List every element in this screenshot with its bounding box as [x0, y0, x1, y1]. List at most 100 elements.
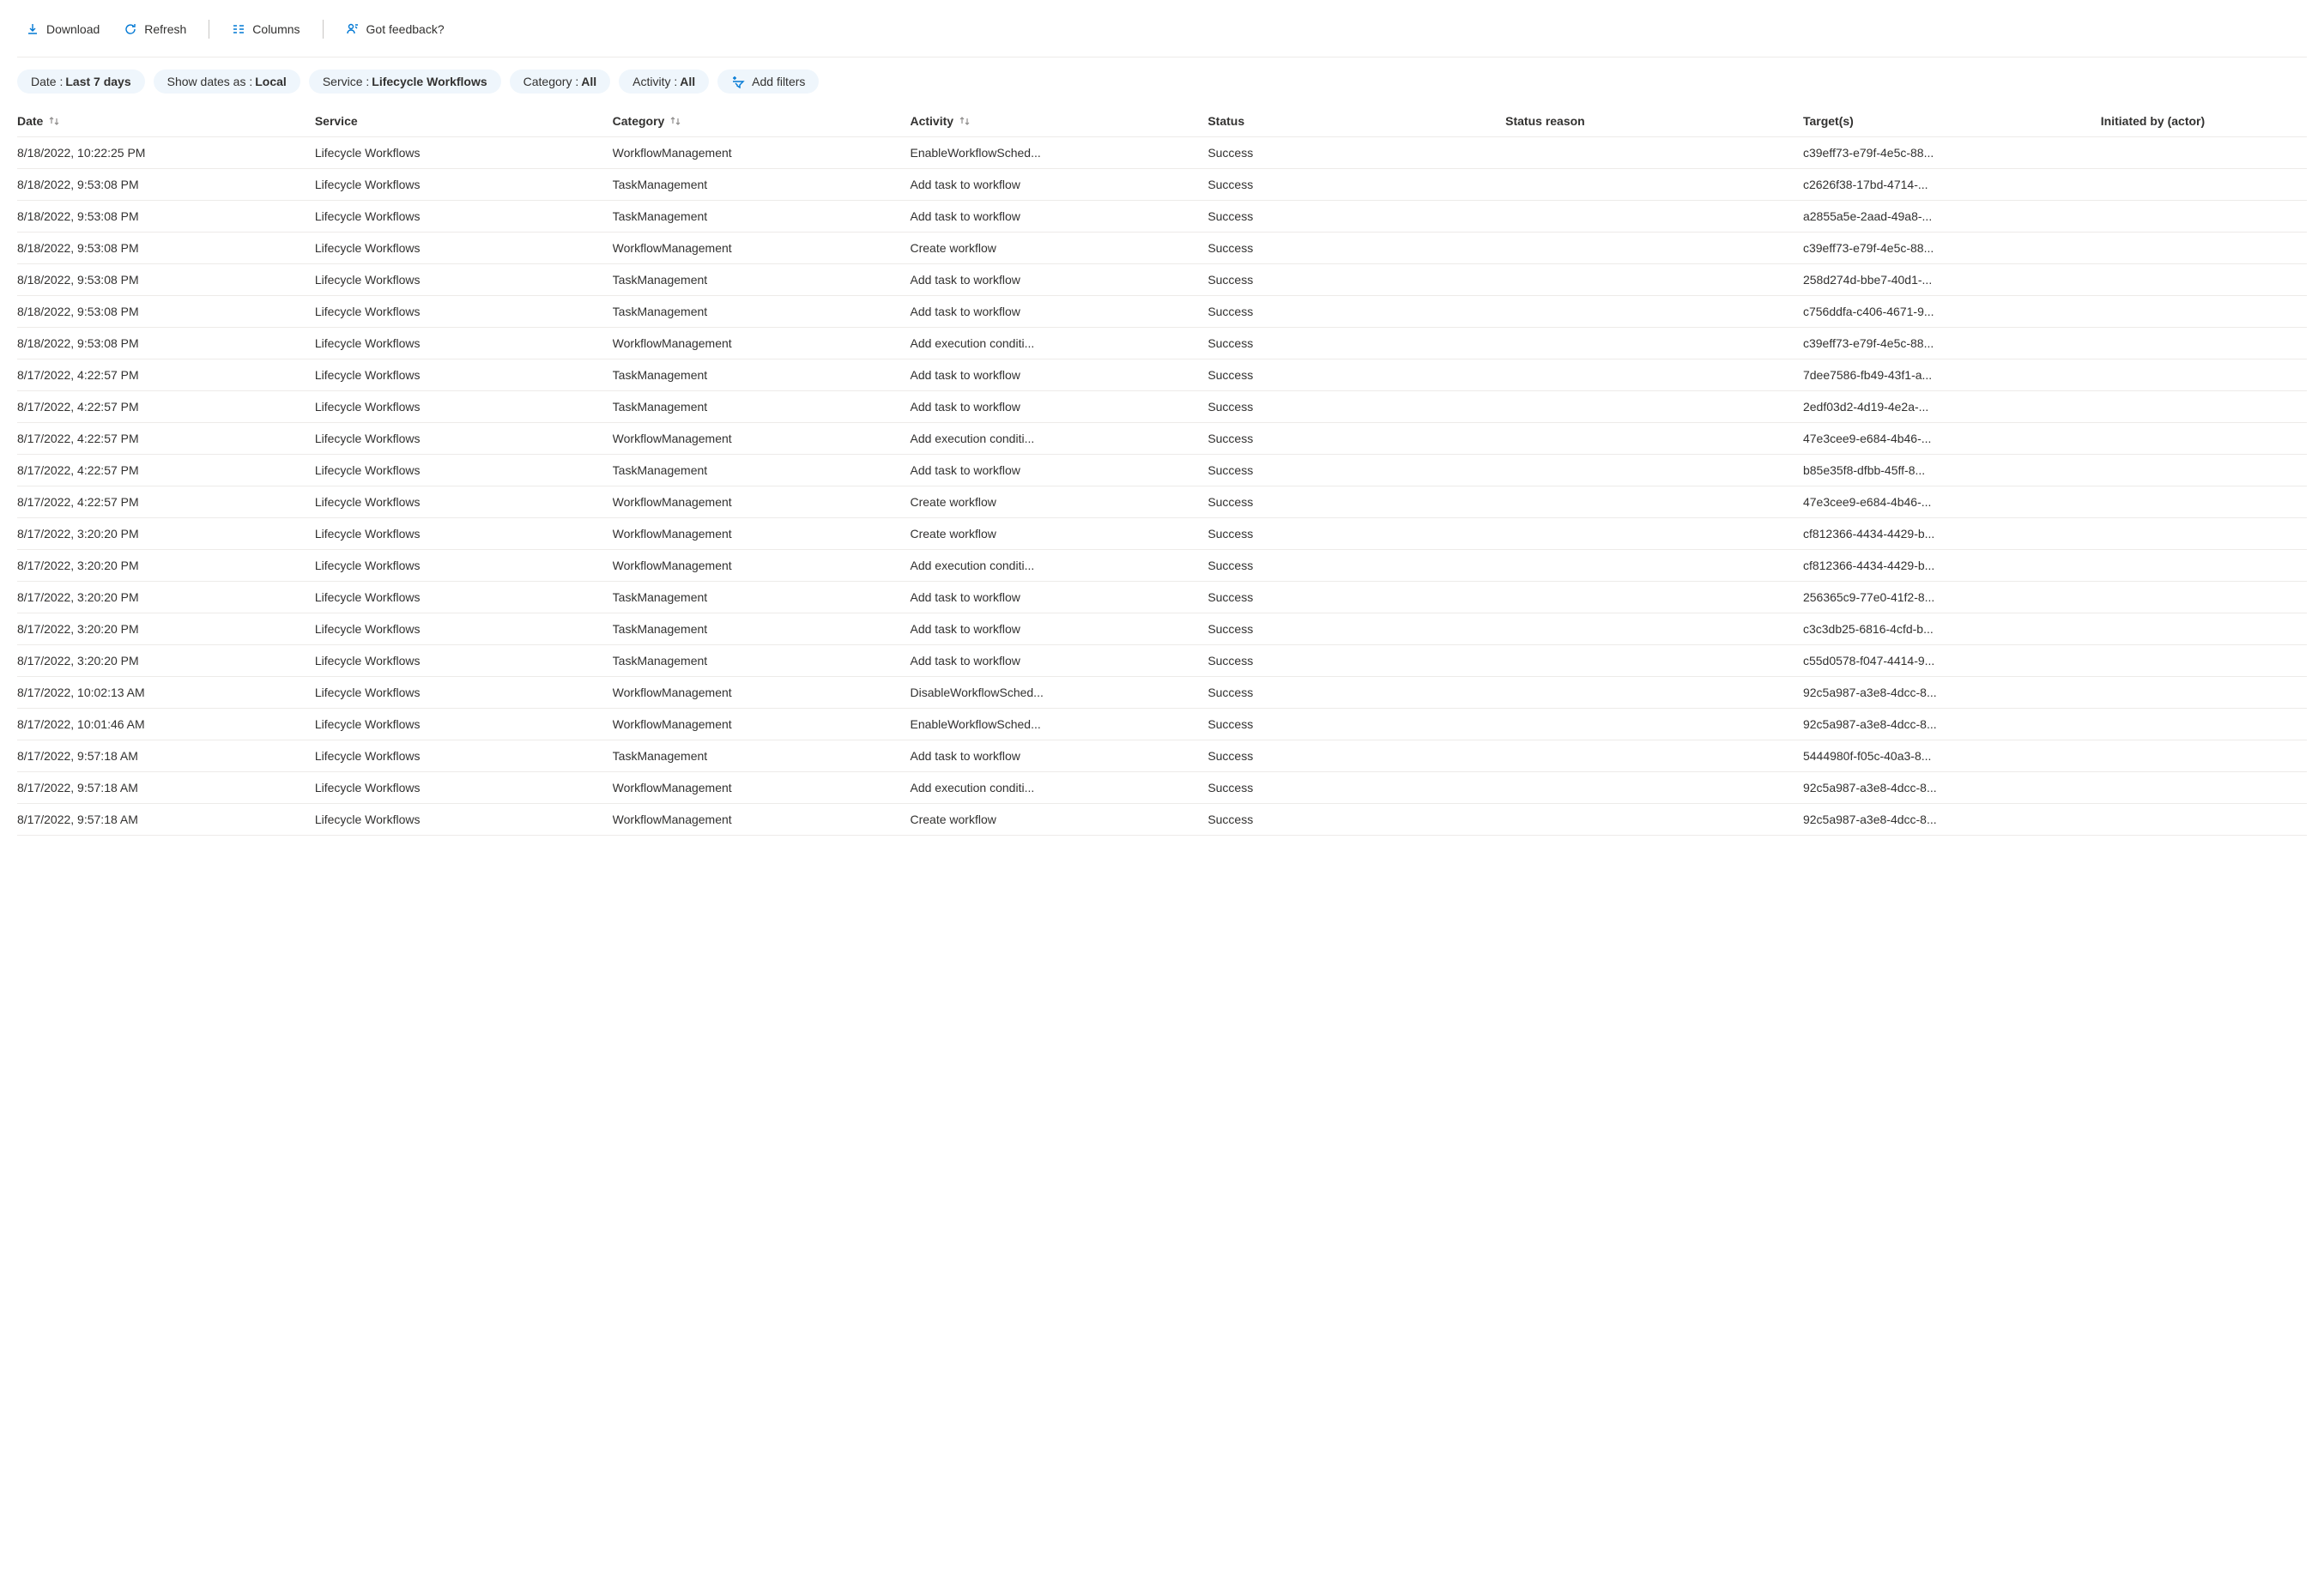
cell-reason [1505, 432, 1803, 445]
table-row[interactable]: 8/18/2022, 10:22:25 PMLifecycle Workflow… [17, 137, 2307, 169]
cell-actor [2101, 749, 2307, 763]
filter-show-dates[interactable]: Show dates as : Local [154, 69, 300, 94]
table-row[interactable]: 8/17/2022, 3:20:20 PMLifecycle Workflows… [17, 645, 2307, 677]
cell-actor [2101, 432, 2307, 445]
cell-status: Success [1207, 781, 1505, 794]
cell-activity: Create workflow [910, 813, 1207, 826]
toolbar: Download Refresh Columns Got feedback? [17, 17, 2307, 57]
col-header-date[interactable]: Date [17, 114, 315, 128]
table-row[interactable]: 8/17/2022, 9:57:18 AMLifecycle Workflows… [17, 804, 2307, 836]
cell-reason [1505, 717, 1803, 731]
cell-status: Success [1207, 209, 1505, 223]
cell-targets: cf812366-4434-4429-b... [1803, 527, 2101, 541]
table-row[interactable]: 8/17/2022, 10:02:13 AMLifecycle Workflow… [17, 677, 2307, 709]
filter-show-dates-label: Show dates as : [167, 75, 253, 88]
table-row[interactable]: 8/18/2022, 9:53:08 PMLifecycle Workflows… [17, 169, 2307, 201]
cell-activity: Add execution conditi... [910, 336, 1207, 350]
table-row[interactable]: 8/17/2022, 4:22:57 PMLifecycle Workflows… [17, 486, 2307, 518]
col-header-actor[interactable]: Initiated by (actor) [2101, 114, 2307, 128]
cell-activity: EnableWorkflowSched... [910, 146, 1207, 160]
feedback-label: Got feedback? [366, 22, 445, 36]
table-row[interactable]: 8/17/2022, 3:20:20 PMLifecycle Workflows… [17, 582, 2307, 613]
toolbar-divider [323, 20, 324, 39]
feedback-button[interactable]: Got feedback? [337, 17, 453, 41]
table-row[interactable]: 8/18/2022, 9:53:08 PMLifecycle Workflows… [17, 328, 2307, 359]
cell-category: WorkflowManagement [613, 432, 911, 445]
table-row[interactable]: 8/18/2022, 9:53:08 PMLifecycle Workflows… [17, 201, 2307, 233]
cell-date: 8/17/2022, 10:01:46 AM [17, 717, 315, 731]
add-filters-icon [731, 75, 745, 88]
columns-button[interactable]: Columns [223, 17, 308, 41]
table-row[interactable]: 8/17/2022, 3:20:20 PMLifecycle Workflows… [17, 550, 2307, 582]
filter-date-value: Last 7 days [65, 75, 130, 88]
cell-status: Success [1207, 368, 1505, 382]
cell-date: 8/17/2022, 3:20:20 PM [17, 559, 315, 572]
filter-service[interactable]: Service : Lifecycle Workflows [309, 69, 501, 94]
table-row[interactable]: 8/18/2022, 9:53:08 PMLifecycle Workflows… [17, 233, 2307, 264]
cell-activity: Add task to workflow [910, 368, 1207, 382]
cell-service: Lifecycle Workflows [315, 717, 613, 731]
cell-actor [2101, 368, 2307, 382]
cell-category: WorkflowManagement [613, 686, 911, 699]
cell-category: TaskManagement [613, 368, 911, 382]
download-button[interactable]: Download [17, 17, 108, 41]
table-row[interactable]: 8/17/2022, 3:20:20 PMLifecycle Workflows… [17, 613, 2307, 645]
table-row[interactable]: 8/17/2022, 4:22:57 PMLifecycle Workflows… [17, 391, 2307, 423]
cell-activity: Add task to workflow [910, 305, 1207, 318]
cell-service: Lifecycle Workflows [315, 781, 613, 794]
col-header-activity[interactable]: Activity [910, 114, 1207, 128]
cell-service: Lifecycle Workflows [315, 368, 613, 382]
cell-actor [2101, 241, 2307, 255]
cell-status: Success [1207, 432, 1505, 445]
cell-status: Success [1207, 305, 1505, 318]
cell-service: Lifecycle Workflows [315, 622, 613, 636]
cell-category: TaskManagement [613, 654, 911, 668]
cell-activity: Add task to workflow [910, 622, 1207, 636]
cell-actor [2101, 559, 2307, 572]
table-row[interactable]: 8/17/2022, 4:22:57 PMLifecycle Workflows… [17, 359, 2307, 391]
col-header-category[interactable]: Category [613, 114, 911, 128]
cell-targets: c55d0578-f047-4414-9... [1803, 654, 2101, 668]
table-row[interactable]: 8/17/2022, 3:20:20 PMLifecycle Workflows… [17, 518, 2307, 550]
filter-activity[interactable]: Activity : All [619, 69, 709, 94]
cell-activity: Add task to workflow [910, 590, 1207, 604]
table-row[interactable]: 8/18/2022, 9:53:08 PMLifecycle Workflows… [17, 296, 2307, 328]
cell-date: 8/17/2022, 4:22:57 PM [17, 495, 315, 509]
col-header-service[interactable]: Service [315, 114, 613, 128]
add-filters-button[interactable]: Add filters [717, 69, 819, 94]
refresh-button[interactable]: Refresh [115, 17, 195, 41]
cell-date: 8/17/2022, 3:20:20 PM [17, 590, 315, 604]
cell-targets: 5444980f-f05c-40a3-8... [1803, 749, 2101, 763]
col-header-reason[interactable]: Status reason [1505, 114, 1803, 128]
cell-date: 8/17/2022, 4:22:57 PM [17, 368, 315, 382]
cell-targets: 92c5a987-a3e8-4dcc-8... [1803, 781, 2101, 794]
cell-status: Success [1207, 622, 1505, 636]
filters-bar: Date : Last 7 days Show dates as : Local… [17, 57, 2307, 106]
cell-actor [2101, 781, 2307, 794]
table-row[interactable]: 8/17/2022, 4:22:57 PMLifecycle Workflows… [17, 455, 2307, 486]
cell-actor [2101, 686, 2307, 699]
cell-status: Success [1207, 463, 1505, 477]
col-header-activity-label: Activity [910, 114, 953, 128]
table-row[interactable]: 8/17/2022, 10:01:46 AMLifecycle Workflow… [17, 709, 2307, 740]
cell-actor [2101, 654, 2307, 668]
table-row[interactable]: 8/17/2022, 9:57:18 AMLifecycle Workflows… [17, 772, 2307, 804]
col-header-status[interactable]: Status [1207, 114, 1505, 128]
cell-service: Lifecycle Workflows [315, 686, 613, 699]
col-header-targets[interactable]: Target(s) [1803, 114, 2101, 128]
cell-actor [2101, 717, 2307, 731]
table-row[interactable]: 8/17/2022, 4:22:57 PMLifecycle Workflows… [17, 423, 2307, 455]
cell-actor [2101, 273, 2307, 287]
filter-category[interactable]: Category : All [510, 69, 610, 94]
cell-service: Lifecycle Workflows [315, 495, 613, 509]
cell-date: 8/18/2022, 9:53:08 PM [17, 273, 315, 287]
cell-status: Success [1207, 749, 1505, 763]
table-row[interactable]: 8/18/2022, 9:53:08 PMLifecycle Workflows… [17, 264, 2307, 296]
filter-date[interactable]: Date : Last 7 days [17, 69, 145, 94]
table-row[interactable]: 8/17/2022, 9:57:18 AMLifecycle Workflows… [17, 740, 2307, 772]
cell-actor [2101, 146, 2307, 160]
add-filters-label: Add filters [752, 75, 805, 88]
cell-category: TaskManagement [613, 749, 911, 763]
cell-category: WorkflowManagement [613, 336, 911, 350]
cell-activity: Add task to workflow [910, 463, 1207, 477]
